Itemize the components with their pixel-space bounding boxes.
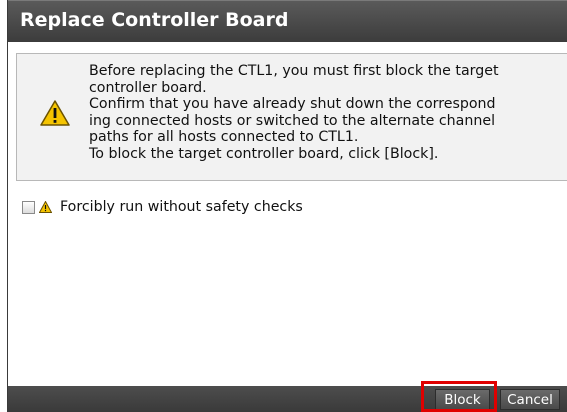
force-run-checkbox[interactable] [22,200,35,214]
warning-small-icon [39,201,52,213]
replace-controller-board-dialog: Replace Controller Board Before replacin… [7,0,567,412]
force-run-label[interactable]: Forcibly run without safety checks [60,199,303,215]
dialog-title: Replace Controller Board [20,9,289,31]
dialog-titlebar: Replace Controller Board [8,0,567,42]
warning-message-text: Before replacing the CTL1, you must firs… [89,63,567,163]
warning-message-box: Before replacing the CTL1, you must firs… [16,53,567,181]
message-line: paths for all hosts connected to CTL1. [89,129,359,146]
message-line: ing connected hosts or switched to the a… [89,112,496,129]
message-line: Before replacing the CTL1, you must firs… [89,63,499,79]
message-line: Confirm that you have already shut down … [89,96,496,113]
block-button[interactable]: Block [435,389,490,410]
message-line: controller board. [89,79,207,96]
message-line: To block the target controller board, cl… [89,145,439,162]
dialog-footer: Block Cancel [8,386,567,412]
cancel-button[interactable]: Cancel [500,389,560,410]
force-run-option: Forcibly run without safety checks [22,198,303,216]
warning-icon [40,100,70,126]
